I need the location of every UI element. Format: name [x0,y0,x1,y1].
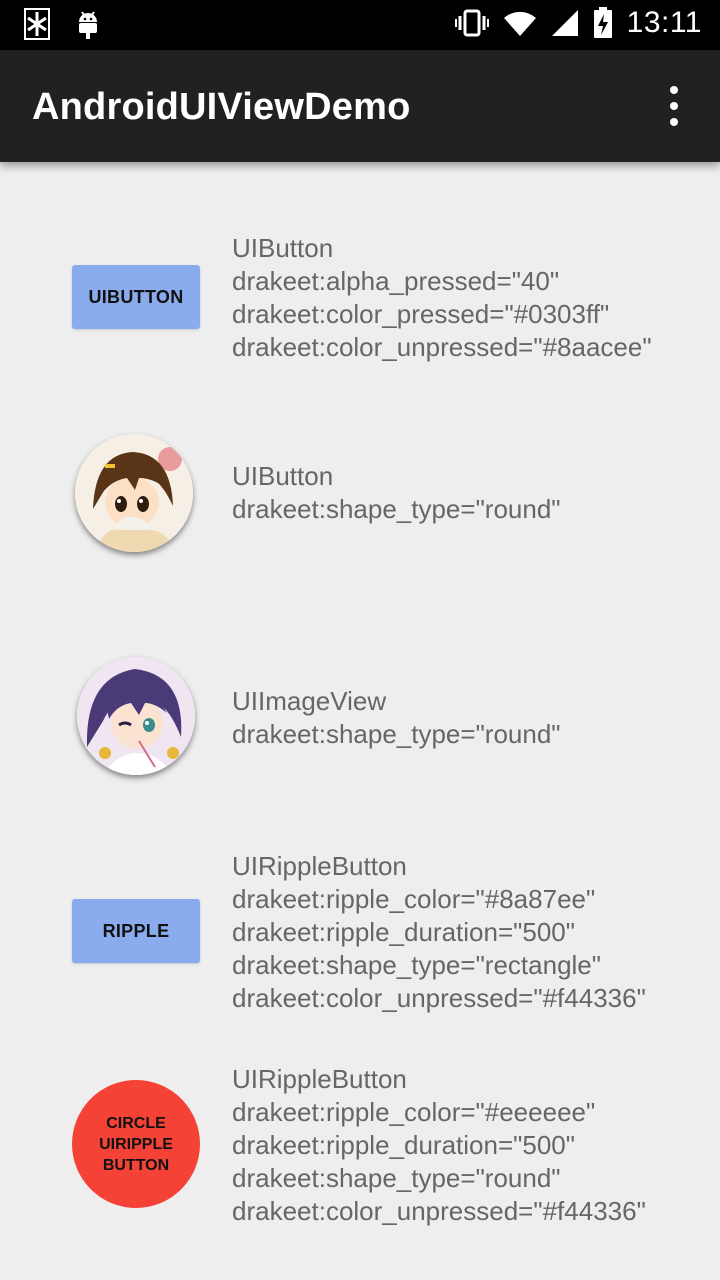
description-line: drakeet:ripple_color="#eeeeee" [232,1097,596,1127]
ripple-round-description: UIRippleButton drakeet:ripple_color="#ee… [232,1063,646,1228]
circle-button-label-line: BUTTON [102,1156,170,1174]
description-line: UIButton [232,233,334,263]
wifi-icon [503,11,536,37]
description-line: drakeet:shape_type="round" [232,1163,561,1193]
description-line: drakeet:shape_type="round" [232,719,561,749]
avatar-girl-purple-hair-image [77,657,195,775]
app-bar: AndroidUIViewDemo [0,50,720,162]
description-line: drakeet:shape_type="rectangle" [232,950,601,980]
vibrate-icon [454,9,489,37]
description-line: UIButton [232,461,334,491]
description-line: drakeet:color_unpressed="#8aacee" [232,332,652,362]
status-bar: 13:11 [0,0,720,50]
description-line: drakeet:shape_type="round" [232,494,561,524]
description-line: UIImageView [232,686,387,716]
description-line: drakeet:color_pressed="#0303ff" [232,299,610,329]
screenshot-app-icon [24,8,50,40]
description-line: drakeet:ripple_duration="500" [232,917,575,947]
uibutton-button[interactable]: UIBUTTON [72,265,200,329]
description-line: UIRippleButton [232,1064,407,1094]
description-line: drakeet:ripple_color="#8a87ee" [232,884,596,914]
status-time: 13:11 [626,6,702,39]
circle-ripple-button[interactable]: CIRCLE UIRIPPLE BUTTON [72,1080,200,1208]
description-line: drakeet:ripple_duration="500" [232,1130,575,1160]
more-vert-icon[interactable] [664,86,684,126]
uiimageview-description: UIImageView drakeet:shape_type="round" [232,685,561,751]
description-line: UIRippleButton [232,851,407,881]
description-line: drakeet:alpha_pressed="40" [232,266,560,296]
description-line: drakeet:color_unpressed="#f44336" [232,1196,646,1226]
uibutton-description: UIButton drakeet:alpha_pressed="40" drak… [232,232,652,364]
ripple-rectangle-description: UIRippleButton drakeet:ripple_color="#8a… [232,850,646,1015]
round-uibutton-description: UIButton drakeet:shape_type="round" [232,460,561,526]
avatar-girl-brown-hair-image[interactable] [75,434,193,552]
circle-button-label-line: UIRIPPLE [99,1135,173,1153]
ripple-button[interactable]: RIPPLE [72,899,200,963]
description-line: drakeet:color_unpressed="#f44336" [232,983,646,1013]
android-debug-icon [79,11,97,39]
cell-signal-icon [551,10,578,36]
app-title: AndroidUIViewDemo [32,86,411,128]
battery-charging-icon [593,7,612,38]
circle-button-label-line: CIRCLE [106,1114,166,1132]
